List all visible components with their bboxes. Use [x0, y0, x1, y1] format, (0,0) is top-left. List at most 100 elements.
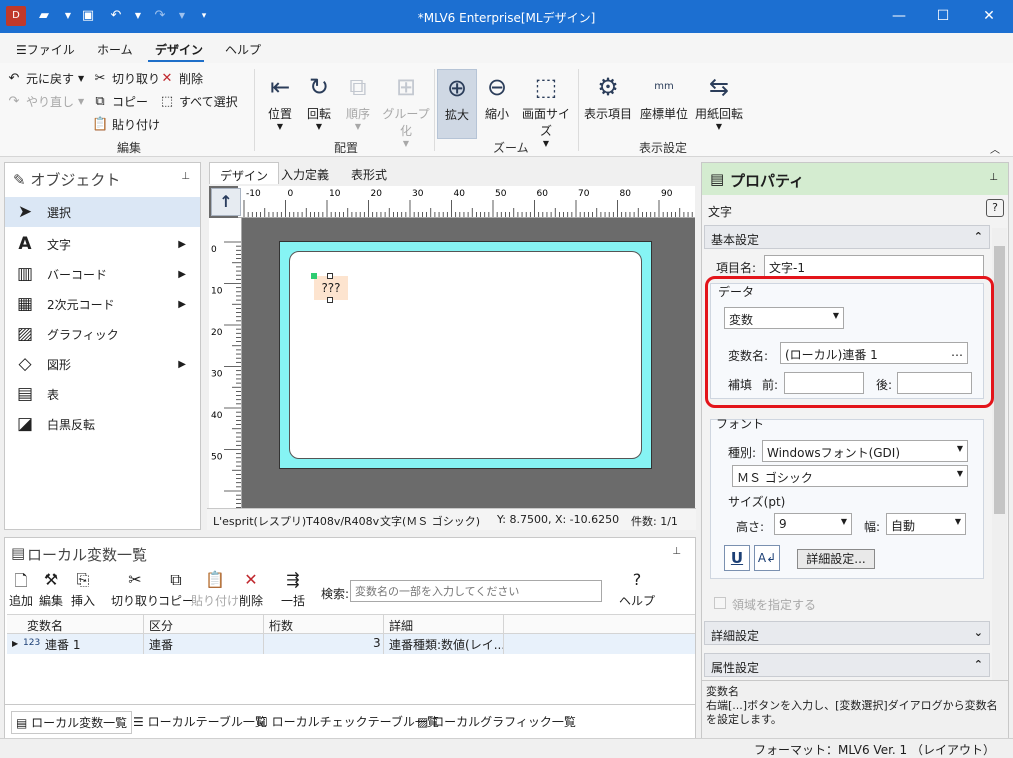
ribbon-separator	[254, 69, 255, 151]
font-height-select[interactable]: 9 ▼	[774, 513, 852, 535]
tab-local-variables[interactable]: ▤ ローカル変数一覧	[11, 711, 133, 734]
menu-icon: ☰	[16, 43, 27, 57]
chevron-down-icon: ⌄	[973, 626, 983, 639]
close-button[interactable]: ✕	[966, 0, 1012, 33]
paste-button[interactable]: 📋 貼り付け	[92, 115, 160, 133]
section-attribute-settings[interactable]: 属性設定 ⌃	[704, 653, 990, 677]
menu-help[interactable]: ヘルプ	[225, 41, 261, 58]
object-select[interactable]: ➤ 選択	[5, 197, 200, 227]
font-name-select[interactable]: ＭＳ ゴシック ▼	[732, 465, 968, 487]
ruler-label: 90	[661, 189, 673, 199]
undo-dropdown-icon: ▼	[78, 73, 85, 83]
chevron-down-icon: ▼	[956, 469, 963, 478]
tab-input-definition[interactable]: 入力定義	[271, 162, 339, 184]
ruler-label: 40	[454, 189, 466, 199]
delete-button[interactable]: ✕ 削除	[239, 570, 263, 609]
select-all-button[interactable]: ⬚ すべて選択	[159, 92, 238, 110]
copy-button[interactable]: ⧉ コピー	[158, 570, 194, 609]
pin-icon[interactable]: ⊥	[989, 172, 998, 183]
tab-table-format[interactable]: 表形式	[341, 162, 397, 184]
copy-button[interactable]: ⧉ コピー	[92, 92, 148, 110]
object-2d-code[interactable]: ▦ 2次元コード ▶	[5, 289, 200, 319]
insert-button[interactable]: ⎘ 挿入	[71, 570, 95, 609]
design-canvas[interactable]: -10 0 10 20 30 40 50 60 70 80 90 0 10 20 30 40 50 ↑ ???	[209, 186, 695, 508]
properties-panel: ▤ プロパティ ⊥ 文字 ? 基本設定 ⌃ 項目名: 文字-1 データ 変数 ▼ 変数名…	[701, 162, 1009, 739]
selection-handle[interactable]	[311, 273, 317, 279]
object-graphic[interactable]: ▨ グラフィック	[5, 319, 200, 349]
object-invert[interactable]: ◪ 白黒反転	[5, 409, 200, 439]
menu-file[interactable]: ☰ファイル	[16, 41, 75, 58]
menu-home[interactable]: ホーム	[97, 41, 133, 58]
paper-rotate-button[interactable]: ⇆ 用紙回転 ▼	[693, 69, 745, 139]
section-basic-settings[interactable]: 基本設定 ⌃	[704, 225, 990, 249]
help-text: 右端[...]ボタンを入力し、[変数選択]ダイアログから変数名を設定します。	[706, 699, 998, 726]
properties-scrollbar[interactable]	[992, 228, 1007, 680]
object-text[interactable]: A 文字 ▶	[5, 229, 200, 259]
object-table[interactable]: ▤ 表	[5, 379, 200, 409]
label-printable-area[interactable]: ???	[289, 251, 642, 459]
coord-unit-button[interactable]: mm 座標単位	[638, 69, 690, 139]
cut-button[interactable]: ✂ 切り取り	[92, 69, 160, 87]
minimize-button[interactable]: —	[876, 0, 922, 33]
area-checkbox[interactable]	[714, 597, 726, 609]
ruler-label: 60	[537, 189, 549, 199]
tab-local-graphics[interactable]: ▨ ローカルグラフィック一覧	[413, 711, 580, 732]
object-barcode[interactable]: ▥ バーコード ▶	[5, 259, 200, 289]
undo-button[interactable]: ↶ 元に戻す ▼	[6, 69, 85, 87]
screen-size-button[interactable]: ⬚ 画面サイズ ▼	[517, 69, 575, 148]
object-shape[interactable]: ◇ 図形 ▶	[5, 349, 200, 379]
item-name-field[interactable]: 文字-1	[764, 255, 984, 277]
collapse-ribbon-icon[interactable]: ︿	[990, 141, 1000, 156]
menu-design[interactable]: デザイン	[155, 41, 203, 58]
bulk-button[interactable]: ⇶ 一括	[281, 570, 305, 609]
window-title: *MLV6 Enterprise[MLデザイン]	[417, 11, 596, 25]
tab-local-tables[interactable]: ☰ ローカルテーブル一覧	[129, 711, 271, 732]
delete-button[interactable]: ✕ 削除	[159, 69, 203, 87]
arrow-up-icon: ↑	[219, 192, 233, 211]
zoom-out-button[interactable]: ⊖ 縮小	[479, 69, 515, 139]
cell-digits: 3	[373, 636, 381, 650]
selection-handle[interactable]	[327, 297, 333, 303]
help-icon[interactable]: ?	[986, 199, 1004, 217]
col-kind[interactable]: 区分	[149, 617, 173, 634]
ruler-label: 30	[211, 370, 223, 380]
chevron-down-icon: ▼	[402, 139, 410, 148]
maximize-button[interactable]: ☐	[920, 0, 966, 33]
zoom-in-button[interactable]: ⊕ 拡大	[437, 69, 477, 139]
design-status-bar: L'esprit(レスプリ)T408v/R408v 文字(ＭＳ ゴシック) Y:…	[207, 508, 696, 530]
ruler-label: 30	[412, 189, 424, 199]
underline-icon[interactable]: U	[724, 545, 750, 571]
pin-icon[interactable]: ⊥	[672, 546, 681, 557]
invert-icon: ◪	[16, 414, 34, 434]
pin-icon[interactable]: ⊥	[181, 171, 190, 182]
scrollbar-thumb[interactable]	[994, 246, 1005, 514]
properties-header: ▤ プロパティ ⊥	[702, 163, 1008, 195]
ruler-label: 50	[495, 189, 507, 199]
edit-button[interactable]: ⚒ 編集	[39, 570, 63, 609]
col-digits[interactable]: 桁数	[269, 617, 293, 634]
font-width-select[interactable]: 自動 ▼	[886, 513, 966, 535]
chevron-right-icon: ▶	[178, 298, 186, 310]
cut-button[interactable]: ✂ 切り取り	[111, 570, 159, 609]
selection-handle[interactable]	[327, 273, 333, 279]
redo-button: ↷ やり直し ▼	[6, 92, 85, 110]
tab-design[interactable]: デザイン	[209, 162, 280, 184]
detail-settings-button[interactable]: 詳細設定...	[797, 549, 875, 569]
chevron-down-icon: ▼	[354, 122, 362, 131]
section-detail-settings[interactable]: 詳細設定 ⌄	[704, 621, 990, 645]
undo-icon: ↶	[8, 70, 20, 86]
menu-bar: ☰ファイル ホーム デザイン ヘルプ	[0, 33, 1013, 63]
text-direction-icon[interactable]: A↲	[754, 545, 780, 571]
origin-up-button[interactable]: ↑	[211, 188, 241, 216]
col-detail[interactable]: 詳細	[389, 617, 413, 634]
display-items-button[interactable]: ⚙ 表示項目	[582, 69, 634, 139]
help-button[interactable]: ? ヘルプ	[619, 570, 655, 609]
table-row[interactable]: ▶ 123 連番 1 連番 3 連番種類:数値(レイ...	[7, 634, 695, 654]
col-var-name[interactable]: 変数名	[27, 617, 63, 634]
font-kind-select[interactable]: Windowsフォント(GDI) ▼	[762, 440, 968, 462]
add-button[interactable]: 🗋 追加	[9, 570, 33, 609]
text-object[interactable]: ???	[311, 273, 348, 303]
search-input[interactable]	[350, 580, 602, 602]
bulk-icon: ⇶	[286, 570, 300, 589]
column-separator	[143, 634, 144, 654]
